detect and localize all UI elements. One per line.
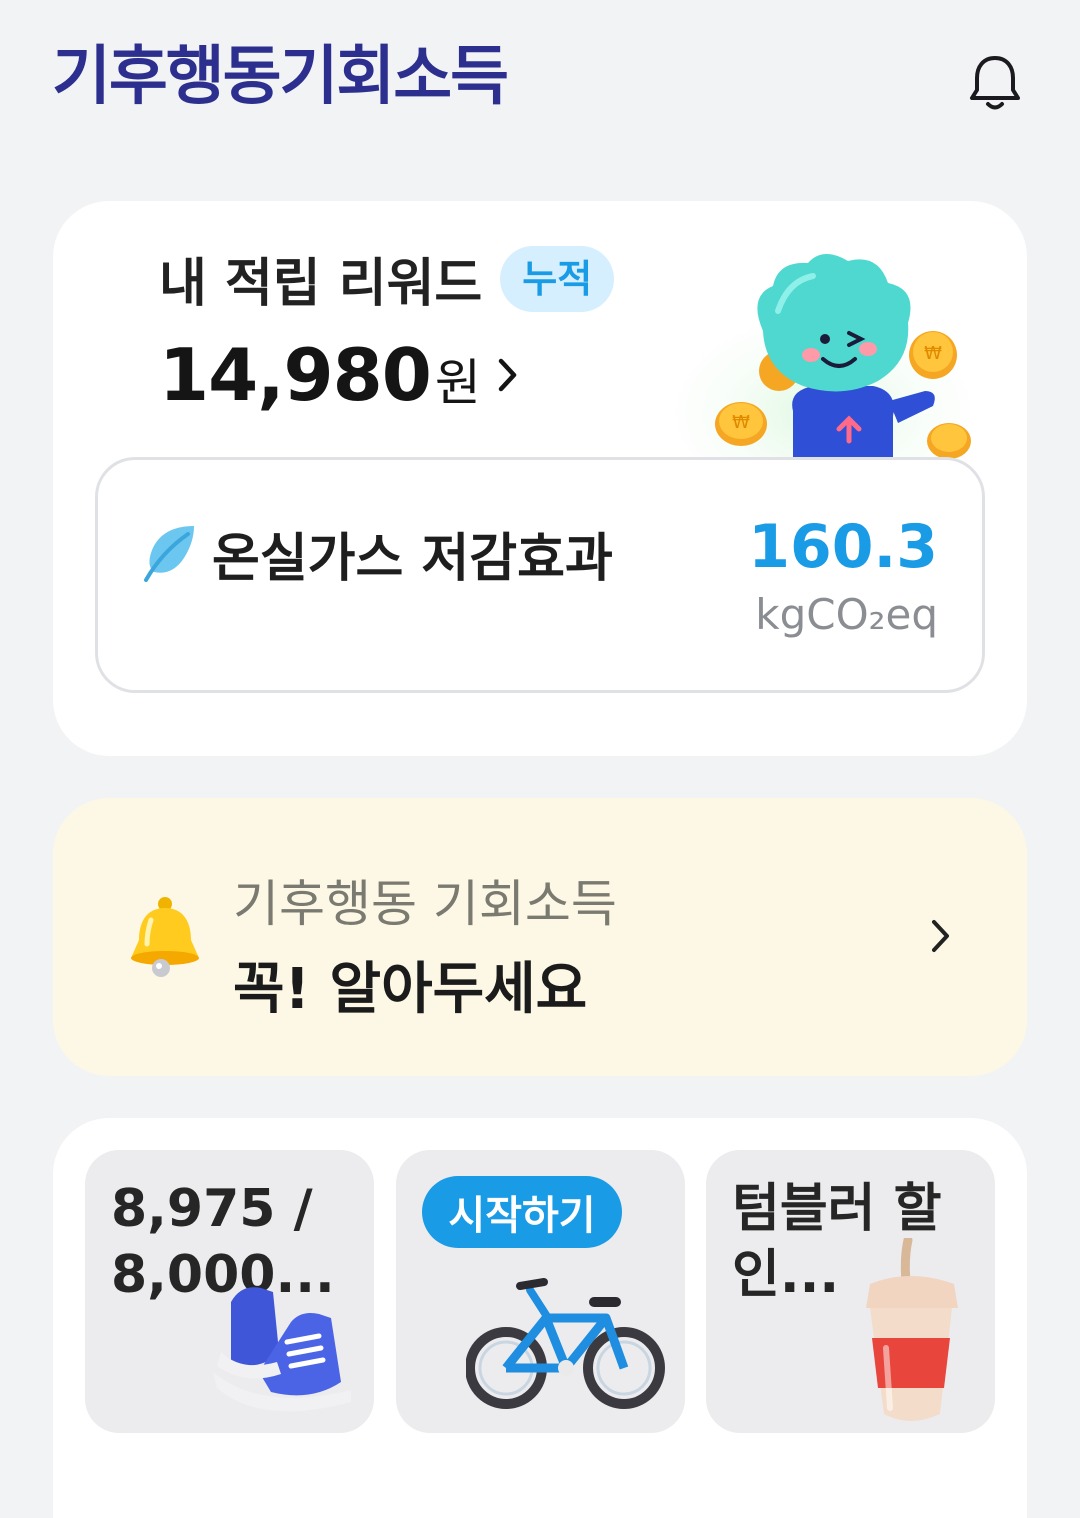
- bell-outline-icon: [970, 56, 1020, 110]
- ghg-reduction-box: 온실가스 저감효과 160.3 kgCO₂eq: [95, 457, 985, 693]
- chevron-right-icon: [498, 358, 517, 392]
- bicycle-icon: [466, 1278, 665, 1409]
- currency-unit: 원: [434, 354, 481, 412]
- reward-amount: 14,980: [159, 333, 432, 417]
- ghg-value: 160.3: [748, 512, 938, 582]
- actions-card: 8,975 / 8,000... 시작하기 텀블러 할인...: [53, 1118, 1027, 1518]
- ghg-unit: kgCO₂eq: [755, 590, 938, 639]
- sneakers-icon: [213, 1287, 351, 1412]
- tumbler-discount-tile[interactable]: 텀블러 할인...: [706, 1150, 995, 1433]
- app-logo[interactable]: 기후행동기회소득: [52, 34, 509, 120]
- notice-subtitle: 기후행동 기회소득: [233, 875, 617, 933]
- tumbler-icon: [866, 1238, 958, 1421]
- notification-button[interactable]: [960, 48, 1030, 118]
- ghg-label: 온실가스 저감효과: [212, 529, 613, 589]
- svg-text:₩: ₩: [732, 412, 750, 433]
- svg-text:₩: ₩: [924, 343, 942, 364]
- reward-title-text: 내 적립 리워드: [159, 254, 483, 314]
- chevron-right-icon: [932, 920, 949, 952]
- mascot-illustration: ₩ ₩: [653, 253, 993, 461]
- reward-amount-link[interactable]: 14,980 원: [159, 333, 519, 417]
- bike-tile[interactable]: 시작하기: [396, 1150, 685, 1433]
- reward-title: 내 적립 리워드 누적: [159, 241, 615, 316]
- cumulative-badge: 누적: [500, 245, 615, 312]
- bell-3d-icon: [131, 897, 199, 977]
- notice-title: 꼭! 알아두세요: [233, 957, 588, 1022]
- app-header: 기후행동기회소득: [0, 0, 1080, 160]
- notice-banner[interactable]: 기후행동 기회소득 꼭! 알아두세요: [53, 798, 1027, 1076]
- leaf-icon: [144, 526, 194, 582]
- reward-card: 내 적립 리워드 누적 14,980 원 ₩ ₩ 온실가스 저감효과 160.3…: [53, 201, 1027, 756]
- step-count-tile[interactable]: 8,975 / 8,000...: [85, 1150, 374, 1433]
- start-button[interactable]: 시작하기: [422, 1176, 622, 1248]
